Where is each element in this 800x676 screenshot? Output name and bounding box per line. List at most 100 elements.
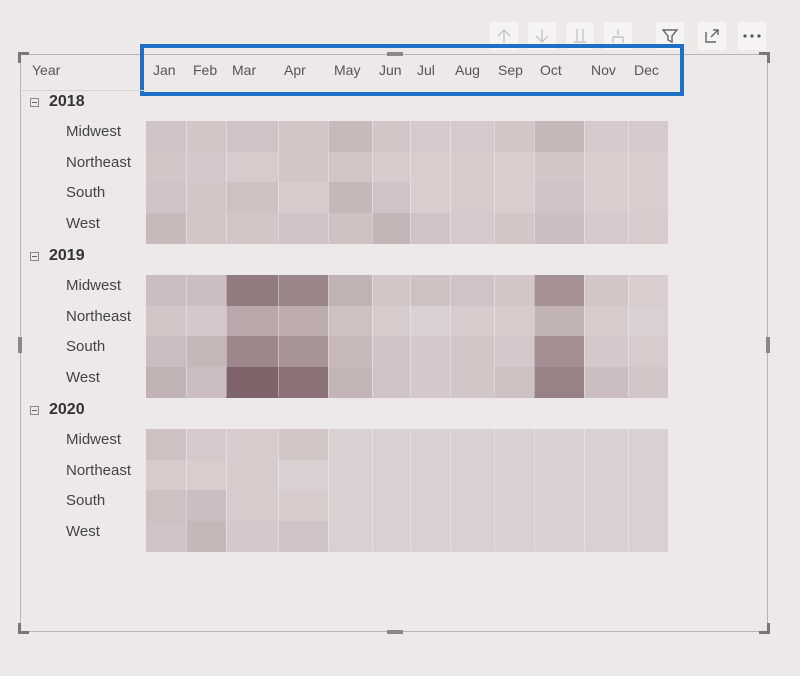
resize-handle-bottom-left[interactable] bbox=[18, 623, 29, 634]
matrix-cell[interactable] bbox=[494, 121, 534, 152]
matrix-cell[interactable] bbox=[186, 275, 226, 306]
matrix-cell[interactable] bbox=[226, 305, 278, 337]
matrix-cell[interactable] bbox=[534, 151, 584, 183]
matrix-cell[interactable] bbox=[226, 459, 278, 491]
matrix-cell[interactable] bbox=[186, 151, 226, 183]
matrix-cell[interactable] bbox=[186, 212, 226, 244]
matrix-cell[interactable] bbox=[628, 151, 668, 183]
matrix-cell[interactable] bbox=[278, 212, 328, 244]
matrix-cell[interactable] bbox=[450, 429, 494, 460]
matrix-cell[interactable] bbox=[534, 182, 584, 214]
matrix-cell[interactable] bbox=[186, 121, 226, 152]
matrix-cell[interactable] bbox=[494, 336, 534, 368]
matrix-cell[interactable] bbox=[628, 429, 668, 460]
matrix-cell[interactable] bbox=[450, 520, 494, 552]
matrix-cell[interactable] bbox=[328, 212, 372, 244]
matrix-cell[interactable] bbox=[534, 121, 584, 152]
matrix-cell[interactable] bbox=[278, 275, 328, 306]
year-row-2020[interactable]: 2020 bbox=[30, 399, 85, 421]
matrix-cell[interactable] bbox=[628, 490, 668, 522]
matrix-cell[interactable] bbox=[278, 459, 328, 491]
matrix-cell[interactable] bbox=[534, 305, 584, 337]
matrix-cell[interactable] bbox=[628, 182, 668, 214]
matrix-cell[interactable] bbox=[410, 151, 450, 183]
matrix-cell[interactable] bbox=[372, 305, 410, 337]
matrix-cell[interactable] bbox=[410, 366, 450, 398]
matrix-cell[interactable] bbox=[278, 305, 328, 337]
matrix-cell[interactable] bbox=[628, 336, 668, 368]
year-row-2018[interactable]: 2018 bbox=[30, 91, 85, 113]
matrix-cell[interactable] bbox=[146, 305, 186, 337]
matrix-cell[interactable] bbox=[146, 182, 186, 214]
matrix-cell[interactable] bbox=[534, 336, 584, 368]
matrix-cell[interactable] bbox=[146, 366, 186, 398]
collapse-icon[interactable] bbox=[30, 405, 39, 415]
matrix-cell[interactable] bbox=[584, 336, 628, 368]
resize-handle-top-right[interactable] bbox=[759, 52, 770, 63]
matrix-cell[interactable] bbox=[494, 151, 534, 183]
matrix-cell[interactable] bbox=[410, 121, 450, 152]
matrix-cell[interactable] bbox=[186, 182, 226, 214]
matrix-cell[interactable] bbox=[584, 121, 628, 152]
matrix-cell[interactable] bbox=[372, 459, 410, 491]
matrix-cell[interactable] bbox=[328, 366, 372, 398]
matrix-cell[interactable] bbox=[328, 429, 372, 460]
matrix-cell[interactable] bbox=[494, 520, 534, 552]
matrix-cell[interactable] bbox=[186, 520, 226, 552]
matrix-cell[interactable] bbox=[186, 305, 226, 337]
matrix-cell[interactable] bbox=[372, 490, 410, 522]
matrix-cell[interactable] bbox=[328, 275, 372, 306]
matrix-cell[interactable] bbox=[584, 459, 628, 491]
matrix-cell[interactable] bbox=[584, 429, 628, 460]
matrix-cell[interactable] bbox=[584, 182, 628, 214]
matrix-cell[interactable] bbox=[450, 336, 494, 368]
matrix-cell[interactable] bbox=[450, 212, 494, 244]
matrix-cell[interactable] bbox=[494, 429, 534, 460]
matrix-cell[interactable] bbox=[584, 305, 628, 337]
collapse-icon[interactable] bbox=[30, 97, 39, 107]
matrix-cell[interactable] bbox=[372, 275, 410, 306]
matrix-cell[interactable] bbox=[584, 490, 628, 522]
focus-mode-icon[interactable] bbox=[698, 22, 726, 50]
matrix-cell[interactable] bbox=[534, 520, 584, 552]
matrix-cell[interactable] bbox=[450, 305, 494, 337]
matrix-cell[interactable] bbox=[186, 429, 226, 460]
year-row-2019[interactable]: 2019 bbox=[30, 245, 85, 267]
matrix-cell[interactable] bbox=[450, 121, 494, 152]
matrix-cell[interactable] bbox=[226, 275, 278, 306]
matrix-cell[interactable] bbox=[628, 121, 668, 152]
matrix-cell[interactable] bbox=[372, 336, 410, 368]
matrix-cell[interactable] bbox=[278, 121, 328, 152]
matrix-cell[interactable] bbox=[372, 520, 410, 552]
matrix-cell[interactable] bbox=[278, 429, 328, 460]
matrix-cell[interactable] bbox=[146, 459, 186, 491]
matrix-cell[interactable] bbox=[628, 520, 668, 552]
matrix-cell[interactable] bbox=[494, 182, 534, 214]
matrix-cell[interactable] bbox=[328, 336, 372, 368]
matrix-cell[interactable] bbox=[584, 212, 628, 244]
matrix-cell[interactable] bbox=[534, 275, 584, 306]
matrix-cell[interactable] bbox=[372, 151, 410, 183]
matrix-cell[interactable] bbox=[328, 520, 372, 552]
matrix-cell[interactable] bbox=[146, 212, 186, 244]
matrix-cell[interactable] bbox=[372, 182, 410, 214]
matrix-cell[interactable] bbox=[372, 366, 410, 398]
matrix-cell[interactable] bbox=[450, 459, 494, 491]
matrix-cell[interactable] bbox=[186, 336, 226, 368]
collapse-icon[interactable] bbox=[30, 251, 39, 261]
matrix-cell[interactable] bbox=[450, 182, 494, 214]
matrix-cell[interactable] bbox=[146, 336, 186, 368]
resize-handle-left[interactable] bbox=[18, 337, 22, 353]
matrix-cell[interactable] bbox=[584, 520, 628, 552]
matrix-cell[interactable] bbox=[372, 212, 410, 244]
matrix-cell[interactable] bbox=[186, 366, 226, 398]
matrix-cell[interactable] bbox=[146, 151, 186, 183]
matrix-cell[interactable] bbox=[328, 182, 372, 214]
matrix-cell[interactable] bbox=[328, 305, 372, 337]
more-options-icon[interactable] bbox=[738, 22, 766, 50]
matrix-cell[interactable] bbox=[584, 275, 628, 306]
matrix-cell[interactable] bbox=[146, 490, 186, 522]
matrix-cell[interactable] bbox=[534, 459, 584, 491]
matrix-cell[interactable] bbox=[534, 429, 584, 460]
year-column-header[interactable]: Year bbox=[32, 62, 60, 78]
